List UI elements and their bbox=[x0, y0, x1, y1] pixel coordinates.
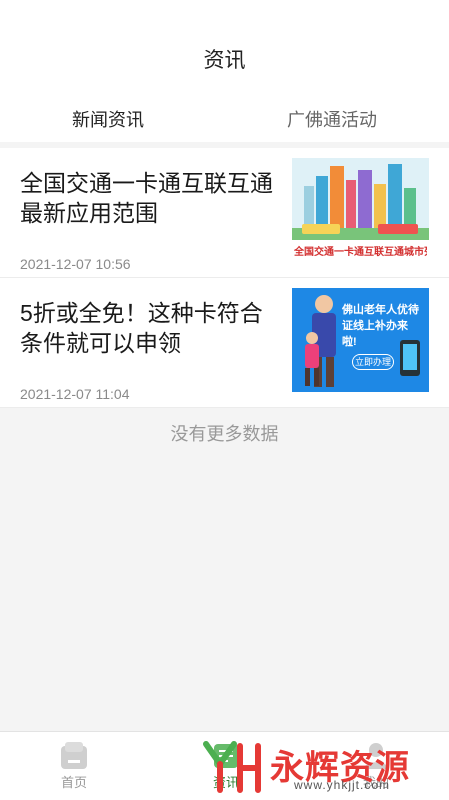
no-more-data: 没有更多数据 bbox=[170, 424, 279, 444]
news-list: 全国交通一卡通互联互通最新应用范围 2021-12-07 10:56 全国交通一… bbox=[0, 148, 449, 408]
watermark: 永辉资源网 www.yhkjjt.com bbox=[200, 738, 440, 800]
tab-gf-activity[interactable]: 广佛通活动 bbox=[287, 106, 377, 132]
news-thumbnail-caption: 佛山老年人优待证线上补办来啦! bbox=[342, 304, 419, 348]
news-item[interactable]: 全国交通一卡通互联互通最新应用范围 2021-12-07 10:56 全国交通一… bbox=[0, 148, 449, 278]
news-thumbnail: 佛山老年人优待证线上补办来啦! 立即办理 bbox=[292, 288, 429, 392]
nav-home[interactable]: 首页 bbox=[44, 740, 104, 791]
tab-bar: 新闻资讯 广佛通活动 bbox=[0, 96, 449, 142]
news-headline: 5折或全免！这种卡符合条件就可以申领 bbox=[20, 300, 263, 356]
watermark-url: www.yhkjjt.com bbox=[294, 778, 391, 792]
watermark-logo-icon bbox=[203, 741, 261, 793]
tab-news[interactable]: 新闻资讯 bbox=[72, 106, 144, 132]
header: 资讯 bbox=[0, 0, 449, 96]
nav-home-label: 首页 bbox=[60, 775, 87, 790]
home-icon bbox=[61, 742, 87, 769]
news-thumbnail: 全国交通一卡通互联互通城市列表 bbox=[292, 158, 429, 262]
news-date: 2021-12-07 10:56 bbox=[20, 256, 131, 272]
news-headline: 全国交通一卡通互联互通最新应用范围 bbox=[20, 170, 273, 226]
news-date: 2021-12-07 11:04 bbox=[20, 386, 130, 402]
page-title: 资讯 bbox=[203, 49, 246, 72]
news-thumbnail-caption: 全国交通一卡通互联互通城市列表 bbox=[294, 247, 427, 258]
news-item[interactable]: 5折或全免！这种卡符合条件就可以申领 2021-12-07 11:04 佛山老年… bbox=[0, 278, 449, 408]
thumbnail-apply-button: 立即办理 bbox=[352, 354, 394, 370]
